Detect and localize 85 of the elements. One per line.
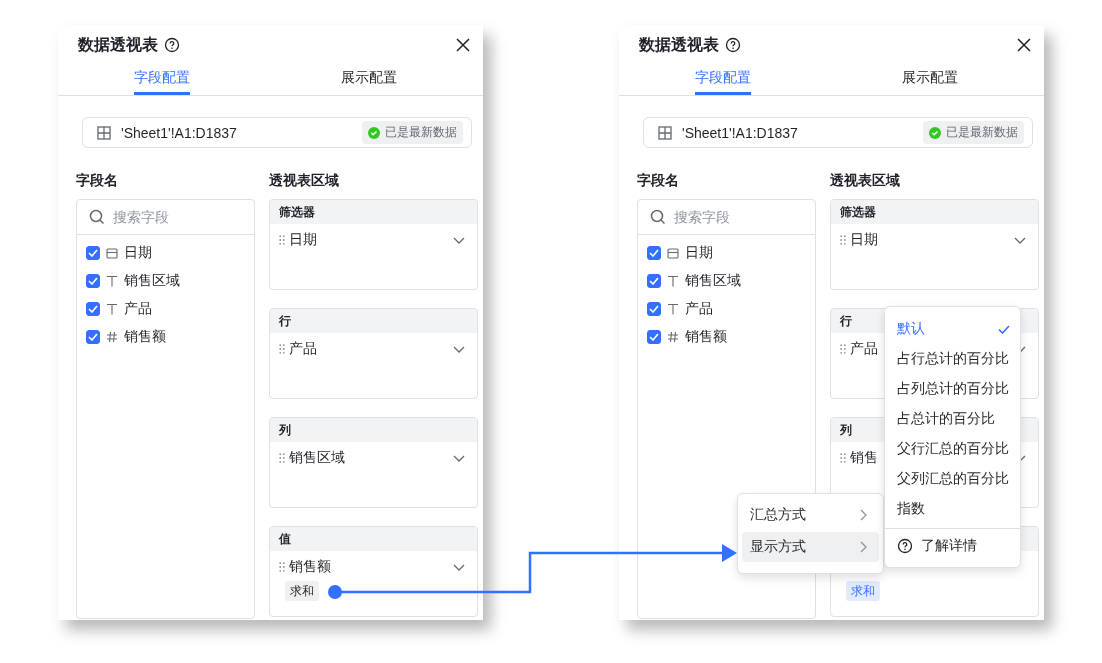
zone-field-label[interactable]: 销售区域 — [289, 449, 345, 467]
tab[interactable]: 展示配置 — [341, 69, 398, 95]
checkbox[interactable] — [86, 330, 100, 344]
checkbox[interactable] — [86, 246, 100, 260]
number-type-icon — [667, 331, 679, 343]
drag-handle-icon — [840, 235, 846, 245]
field-label[interactable]: 日期 — [685, 244, 713, 262]
zone-field-label[interactable]: 产品 — [850, 340, 878, 358]
number-type-icon — [106, 331, 118, 343]
checkbox[interactable] — [647, 274, 661, 288]
text-type-icon — [667, 303, 679, 315]
checkbox[interactable] — [647, 330, 661, 344]
chevron-down-icon[interactable] — [1014, 236, 1026, 244]
checkbox[interactable] — [647, 302, 661, 316]
section-heading: 字段名 — [637, 171, 680, 189]
zone-header: 行 — [270, 309, 477, 333]
table-icon — [658, 125, 672, 140]
panel-title: 数据透视表 — [78, 34, 158, 55]
field-label[interactable]: 日期 — [124, 244, 152, 262]
aggregation-tag[interactable]: 求和 — [285, 581, 319, 601]
chevron-down-icon[interactable] — [453, 454, 465, 462]
text-type-icon — [667, 275, 679, 287]
status-badge: 已是最新数据 — [362, 121, 463, 144]
drag-handle-icon — [840, 453, 846, 463]
field-label[interactable]: 销售额 — [124, 328, 166, 346]
chevron-down-icon[interactable] — [453, 563, 465, 571]
check-circle-icon — [929, 126, 941, 139]
text-type-icon — [106, 303, 118, 315]
menu-item[interactable]: 占行总计的百分比 — [885, 344, 1020, 374]
drag-handle-icon — [279, 235, 285, 245]
aggregation-tag[interactable]: 求和 — [846, 581, 880, 601]
chevron-down-icon[interactable] — [453, 345, 465, 353]
drag-handle-icon — [279, 453, 285, 463]
check-icon — [998, 324, 1010, 334]
help-icon[interactable] — [164, 37, 180, 53]
status-badge: 已是最新数据 — [923, 121, 1024, 144]
field-label[interactable]: 销售区域 — [124, 272, 180, 290]
text-type-icon — [106, 275, 118, 287]
calendar-icon — [106, 247, 118, 259]
table-icon — [97, 125, 111, 140]
checkbox[interactable] — [86, 274, 100, 288]
menu-item[interactable]: 父列汇总的百分比 — [885, 464, 1020, 494]
zone-header: 列 — [270, 418, 477, 442]
help-link[interactable]: 了解详情 — [885, 531, 1020, 561]
drag-handle-icon — [840, 344, 846, 354]
data-range-field[interactable]: 'Sheet1'!A1:D1837 已是最新数据 — [643, 117, 1033, 148]
field-label[interactable]: 销售额 — [685, 328, 727, 346]
menu-item[interactable]: 占列总计的百分比 — [885, 374, 1020, 404]
section-heading: 透视表区域 — [269, 171, 340, 189]
chevron-right-icon — [860, 541, 867, 553]
section-heading: 透视表区域 — [830, 171, 901, 189]
search-icon — [650, 209, 666, 225]
zone-header: 值 — [270, 527, 477, 551]
checkbox[interactable] — [86, 302, 100, 316]
zone-field-label[interactable]: 日期 — [850, 231, 878, 249]
zone-header: 筛选器 — [270, 200, 477, 224]
tab[interactable]: 字段配置 — [133, 69, 190, 95]
close-icon[interactable] — [1016, 37, 1032, 53]
zone-field-label[interactable]: 销售 — [850, 449, 878, 467]
close-icon[interactable] — [455, 37, 471, 53]
chevron-down-icon[interactable] — [453, 236, 465, 244]
panel-title: 数据透视表 — [639, 34, 719, 55]
zone-field-label[interactable]: 日期 — [289, 231, 317, 249]
menu-item[interactable]: 显示方式 — [742, 532, 879, 562]
drag-handle-icon — [279, 562, 285, 572]
field-label[interactable]: 产品 — [124, 300, 152, 318]
help-icon — [897, 538, 913, 554]
drag-handle-icon — [279, 344, 285, 354]
section-heading: 字段名 — [76, 171, 119, 189]
menu-item[interactable]: 指数 — [885, 494, 1020, 524]
help-icon[interactable] — [725, 37, 741, 53]
data-range-field[interactable]: 'Sheet1'!A1:D1837 已是最新数据 — [82, 117, 472, 148]
search-icon — [89, 209, 105, 225]
zone-field-label[interactable]: 产品 — [289, 340, 317, 358]
field-label[interactable]: 产品 — [685, 300, 713, 318]
checkbox[interactable] — [647, 246, 661, 260]
zone-header: 筛选器 — [831, 200, 1038, 224]
check-circle-icon — [368, 126, 380, 139]
zone-field-label[interactable]: 销售额 — [289, 558, 331, 576]
field-label[interactable]: 销售区域 — [685, 272, 741, 290]
menu-item[interactable]: 汇总方式 — [742, 500, 879, 530]
calendar-icon — [667, 247, 679, 259]
chevron-right-icon — [860, 509, 867, 521]
tab[interactable]: 展示配置 — [902, 69, 959, 95]
tab[interactable]: 字段配置 — [694, 69, 751, 95]
